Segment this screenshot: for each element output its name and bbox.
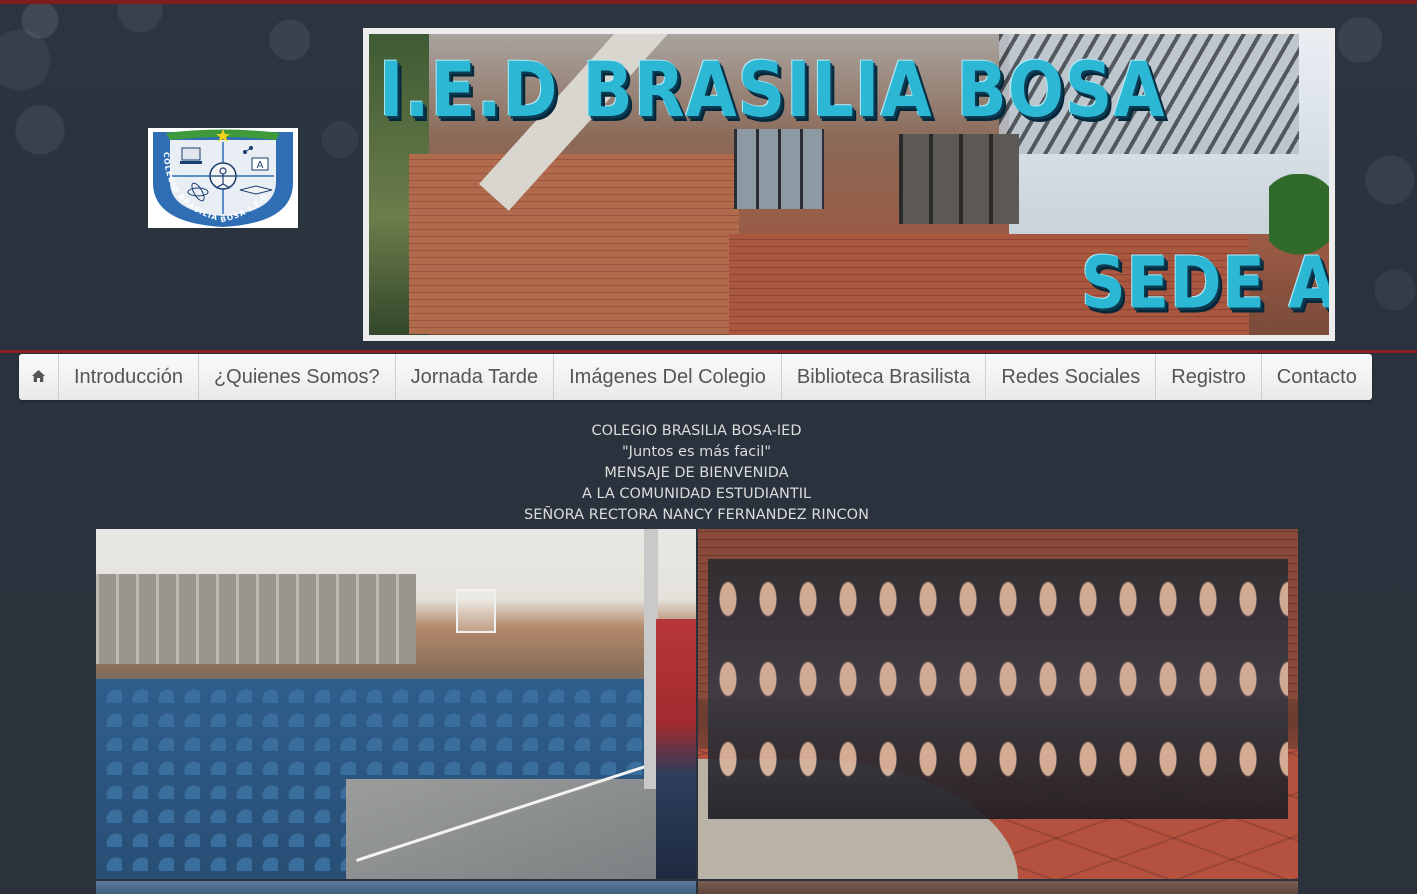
banner-brick-wall-left xyxy=(409,154,739,334)
nav-item-registro[interactable]: Registro xyxy=(1156,354,1262,400)
nav-item-contacto[interactable]: Contacto xyxy=(1262,354,1372,400)
welcome-text: COLEGIO BRASILIA BOSA-IED "Juntos es más… xyxy=(0,421,1393,526)
nav-item-quienes-somos[interactable]: ¿Quienes Somos? xyxy=(199,354,396,400)
nav-item-biblioteca-brasilista[interactable]: Biblioteca Brasilista xyxy=(782,354,987,400)
photo-gallery-item[interactable] xyxy=(96,881,696,894)
banner-subtitle: SEDE A xyxy=(1081,241,1329,325)
home-icon xyxy=(31,366,46,389)
school-name-line: COLEGIO BRASILIA BOSA-IED xyxy=(591,423,802,439)
photo-staff-group[interactable] xyxy=(698,529,1298,879)
school-logo[interactable]: A COLEGIO BRASILIA BOSA I.E.D. xyxy=(148,128,298,228)
nav-item-imagenes-del-colegio[interactable]: Imágenes Del Colegio xyxy=(554,354,782,400)
banner-window xyxy=(899,134,1019,224)
community-line: A LA COMUNIDAD ESTUDIANTIL xyxy=(581,486,812,502)
welcome-message-line: MENSAJE DE BIENVENIDA xyxy=(604,465,789,481)
nav-home[interactable] xyxy=(19,354,59,400)
banner-title: I.E.D BRASILIA BOSA xyxy=(379,46,1166,135)
top-accent-bar xyxy=(0,0,1417,4)
photo-court-floor xyxy=(346,779,696,879)
svg-text:A: A xyxy=(257,160,264,171)
photo-speaker xyxy=(656,619,696,879)
banner-photo: I.E.D BRASILIA BOSA SEDE A xyxy=(369,34,1329,335)
photo-students-assembly[interactable] xyxy=(96,529,696,879)
photo-basketball-hoop xyxy=(456,589,496,633)
main-nav: Introducción ¿Quienes Somos? Jornada Tar… xyxy=(19,354,1372,400)
banner-window xyxy=(734,129,824,209)
photo-staff-people xyxy=(708,559,1288,819)
nav-item-introduccion[interactable]: Introducción xyxy=(59,354,199,400)
header-banner[interactable]: I.E.D BRASILIA BOSA SEDE A xyxy=(363,28,1335,341)
nav-item-redes-sociales[interactable]: Redes Sociales xyxy=(986,354,1157,400)
motto-line: "Juntos es más facil" xyxy=(622,444,771,460)
rector-line: SEÑORA RECTORA NANCY FERNANDEZ RINCON xyxy=(524,507,869,523)
header-divider xyxy=(0,350,1417,353)
photo-roof xyxy=(96,574,416,664)
photo-gallery-item[interactable] xyxy=(698,881,1298,894)
nav-item-jornada-tarde[interactable]: Jornada Tarde xyxy=(396,354,555,400)
